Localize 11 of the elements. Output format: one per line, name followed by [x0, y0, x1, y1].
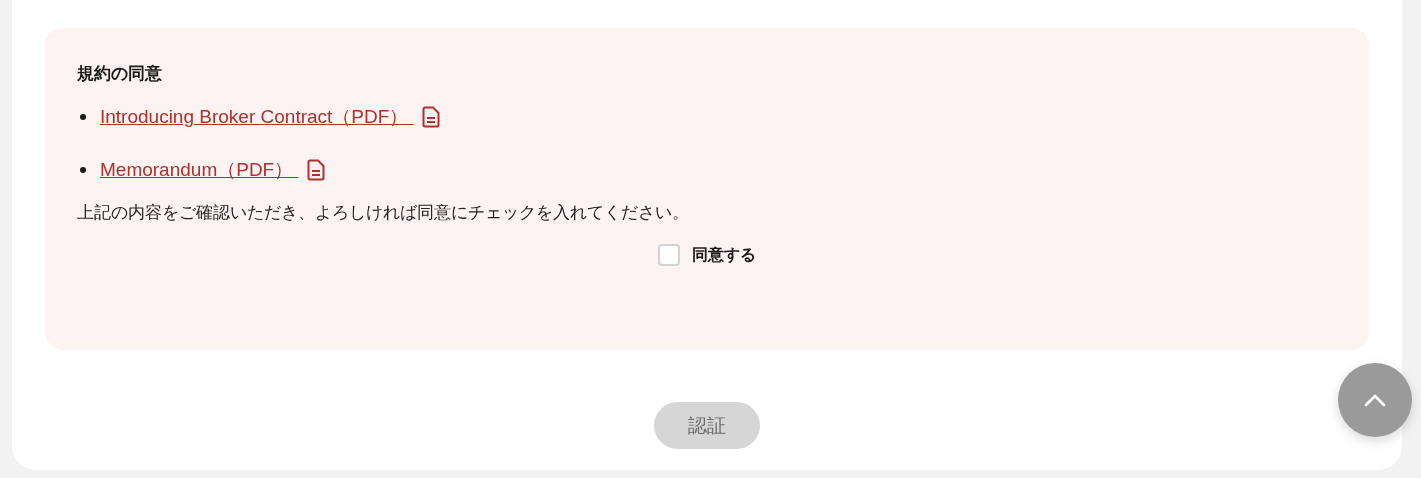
- document-link[interactable]: Memorandum（PDF）: [100, 157, 299, 183]
- section-title: 規約の同意: [77, 62, 163, 85]
- document-link[interactable]: Introducing Broker Contract（PDF）: [100, 104, 414, 130]
- document-icon: [306, 159, 325, 181]
- instruction-text: 上記の内容をご確認いただき、よろしければ同意にチェックを入れてください。: [77, 201, 690, 224]
- chevron-up-icon: [1364, 393, 1386, 407]
- bullet-icon: [80, 114, 86, 120]
- bullet-icon: [80, 167, 86, 173]
- document-icon: [421, 106, 440, 128]
- agree-label[interactable]: 同意する: [692, 244, 756, 266]
- agree-checkbox[interactable]: [658, 244, 680, 266]
